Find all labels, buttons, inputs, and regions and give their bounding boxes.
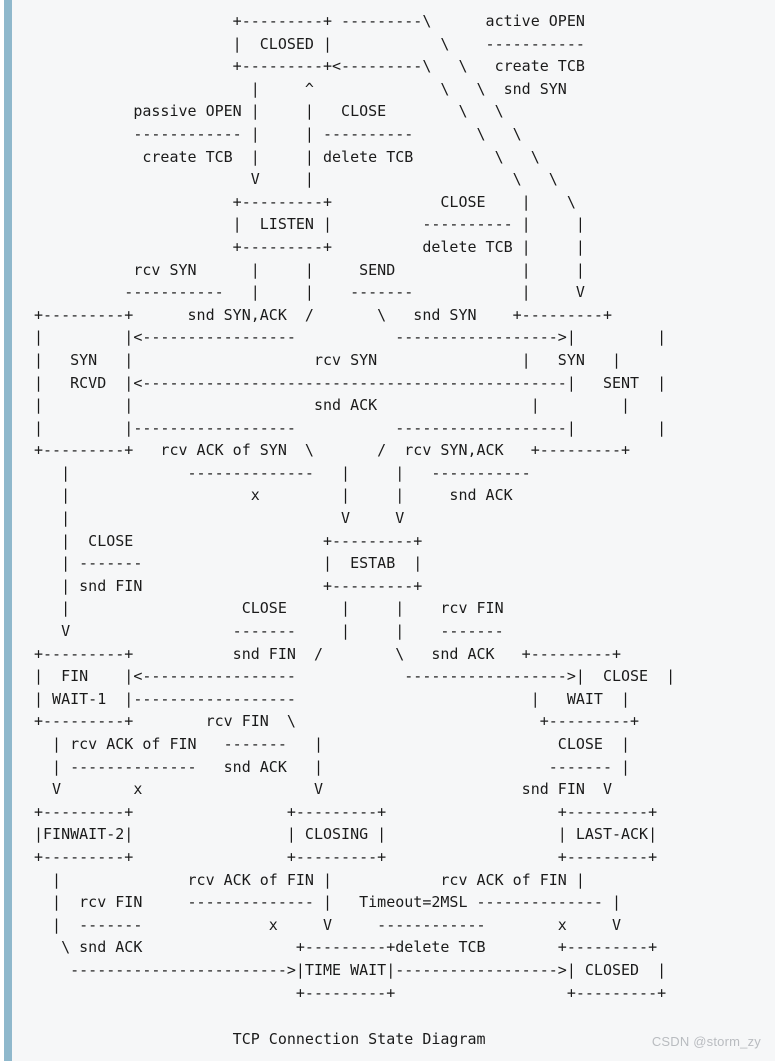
diagram-caption: TCP Connection State Diagram [34, 1030, 486, 1048]
left-accent-bar [4, 0, 12, 1061]
diagram-page: +---------+ ---------\ active OPEN | CLO… [0, 0, 775, 1061]
tcp-state-diagram-ascii-art: +---------+ ---------\ active OPEN | CLO… [34, 12, 676, 1002]
diagram-canvas: +---------+ ---------\ active OPEN | CLO… [12, 0, 775, 1061]
csdn-watermark: CSDN @storm_zy [651, 1034, 761, 1049]
